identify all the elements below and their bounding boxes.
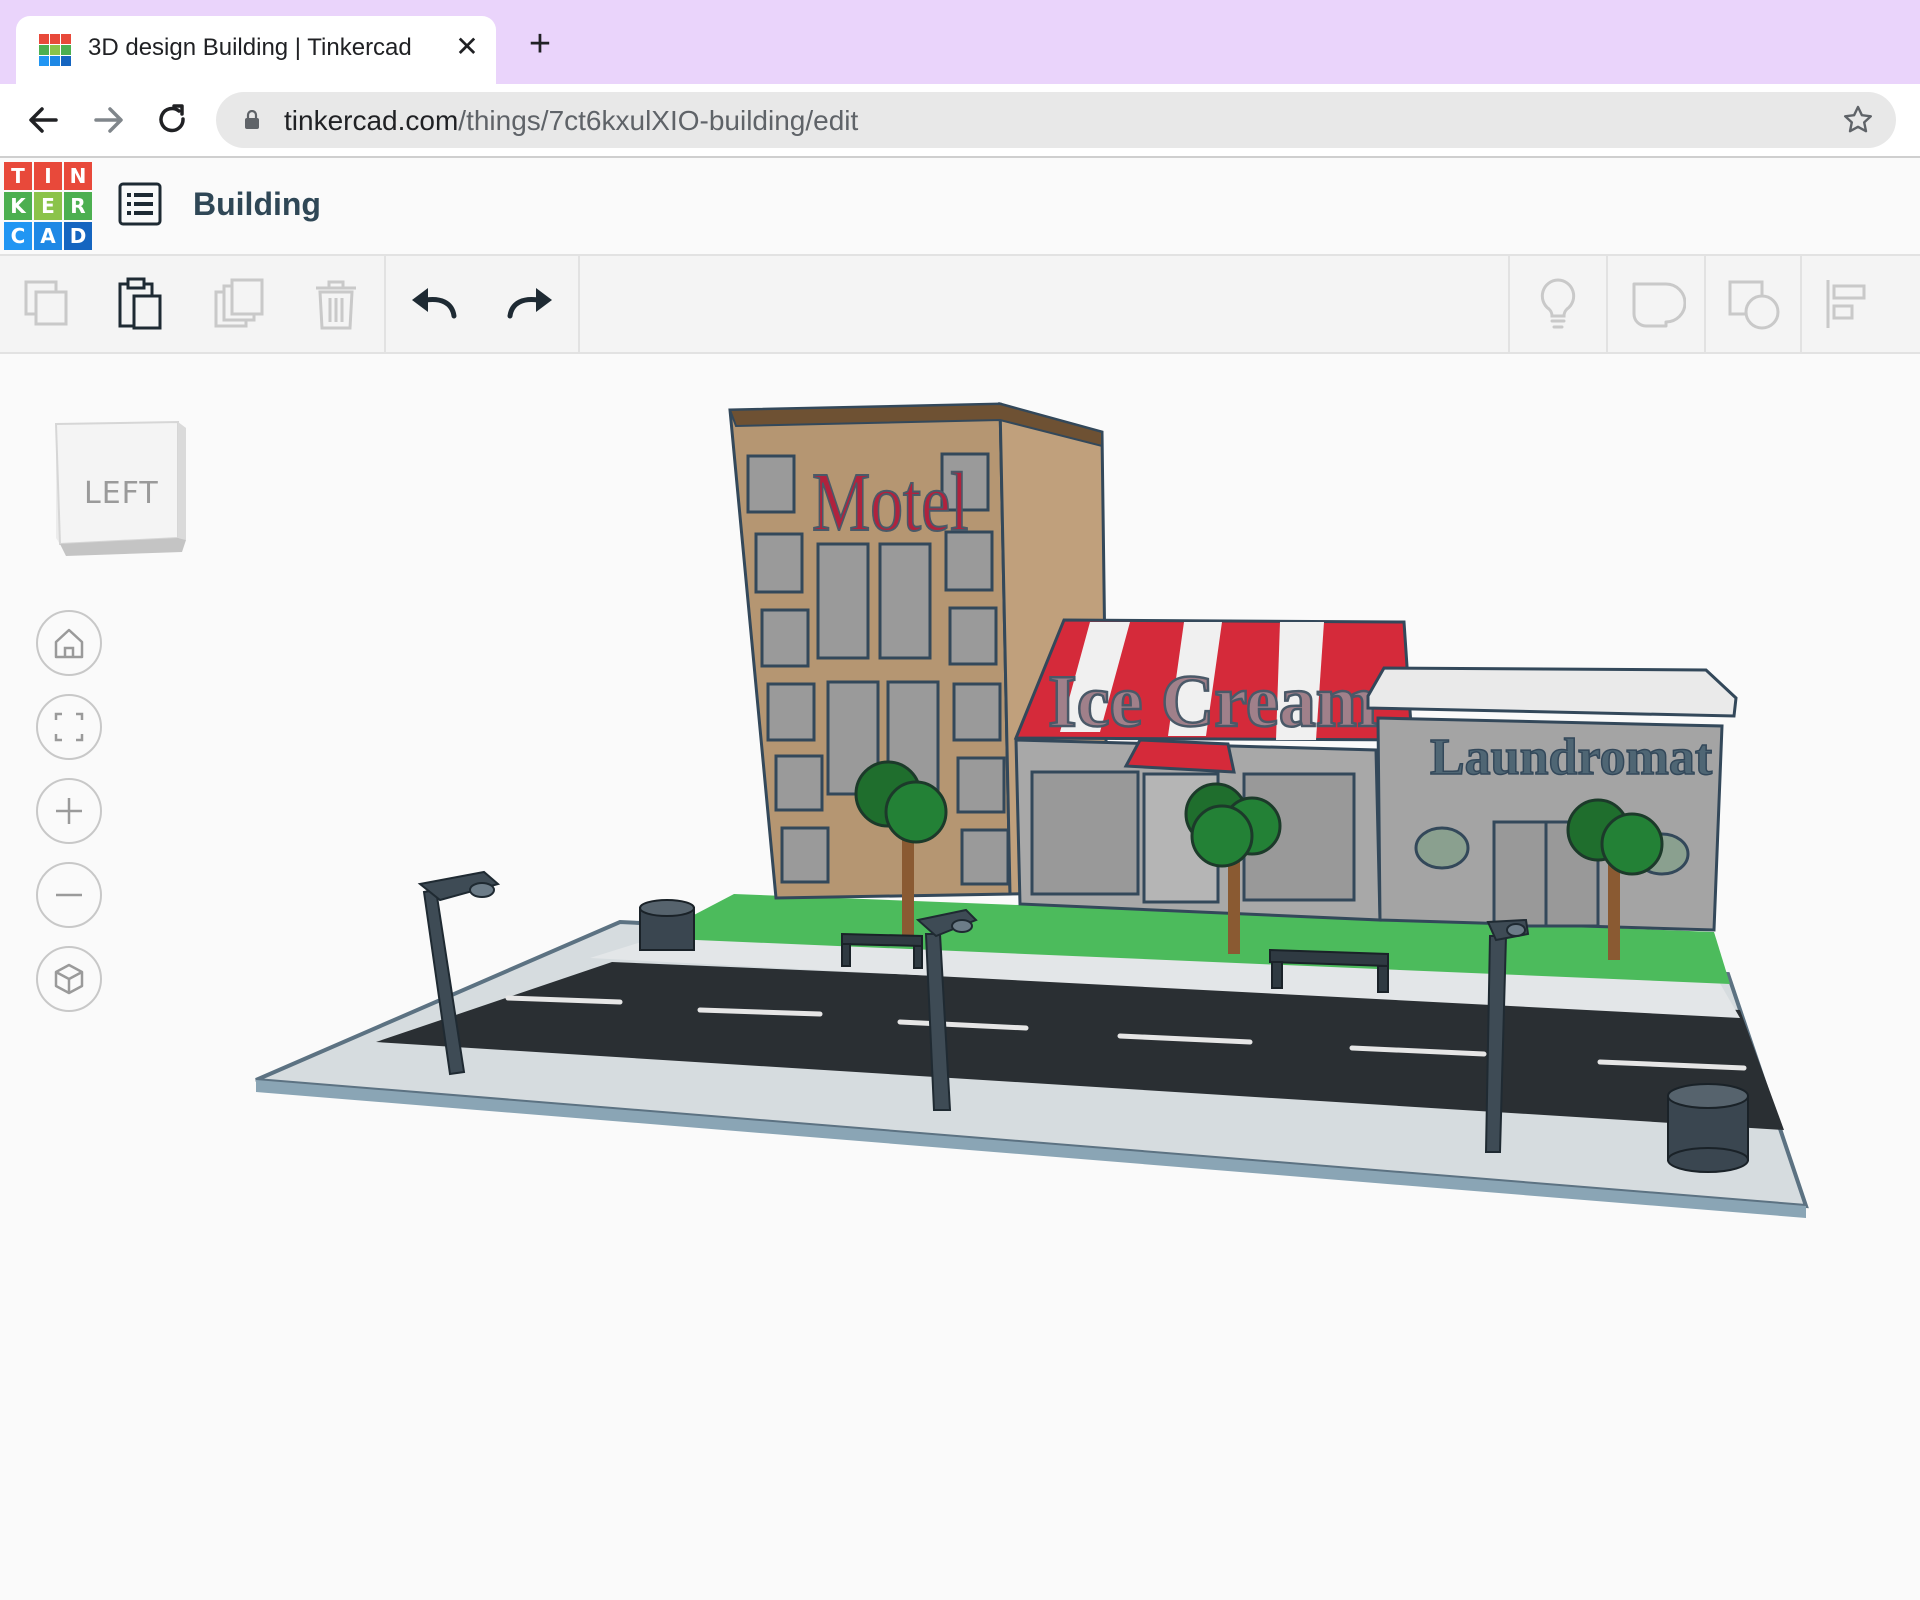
fit-all-icon [54, 712, 84, 742]
laundromat-building[interactable] [1366, 666, 1738, 932]
edit-toolbar [0, 256, 1920, 354]
app-header: T I N K E R C A D Building [0, 158, 1920, 256]
view-cube[interactable]: LEFT [50, 414, 190, 574]
toolbar-divider [1606, 256, 1608, 352]
perspective-button[interactable] [36, 946, 102, 1012]
lock-icon [245, 110, 259, 129]
reload-icon[interactable] [150, 98, 194, 142]
zoom-in-button[interactable] [36, 778, 102, 844]
url-path: /things/7ct6kxulXIO-building/edit [458, 105, 859, 136]
zoom-out-icon [56, 893, 82, 897]
tinkercad-favicon [39, 34, 71, 66]
paste-button[interactable] [112, 274, 172, 334]
browser-tab-strip: 3D design Building | Tinkercad ✕ + [0, 0, 1920, 84]
ungroup-button[interactable] [1724, 274, 1784, 334]
undo-icon [412, 288, 457, 319]
lightbulb-icon [1540, 278, 1576, 329]
toolbar-divider [578, 256, 580, 352]
plus-icon[interactable]: + [520, 25, 560, 66]
toolbar-divider [1800, 256, 1802, 352]
tab-title: 3D design Building | Tinkercad [88, 34, 412, 61]
star-icon[interactable] [1840, 102, 1876, 138]
delete-button[interactable] [306, 274, 366, 334]
duplicate-icon [214, 278, 264, 328]
logo-letter: N [64, 162, 92, 190]
design-title[interactable]: Building [193, 186, 321, 223]
close-icon[interactable]: ✕ [450, 30, 484, 64]
notes-button[interactable] [1528, 274, 1588, 334]
logo-letter: I [34, 162, 62, 190]
browser-toolbar: tinkercad.com/things/7ct6kxulXIO-buildin… [0, 84, 1920, 158]
url-text: tinkercad.com/things/7ct6kxulXIO-buildin… [284, 105, 858, 137]
home-view-icon [54, 628, 84, 659]
undo-button[interactable] [404, 274, 464, 334]
group-icon [1632, 282, 1687, 328]
logo-letter: D [64, 222, 92, 250]
align-icon [1826, 280, 1866, 328]
toolbar-divider [1704, 256, 1706, 352]
zoom-in-icon [56, 798, 82, 824]
logo-letter: E [34, 192, 62, 220]
laundromat-sign: Laundromat [1430, 729, 1713, 786]
workplane-viewport[interactable]: Motel Ice Cream Laundromat LEFT [0, 354, 1920, 1600]
trash-can[interactable] [1667, 1083, 1749, 1173]
zoom-out-button[interactable] [36, 862, 102, 928]
address-bar[interactable]: tinkercad.com/things/7ct6kxulXIO-buildin… [216, 92, 1896, 148]
ungroup-icon [1728, 280, 1780, 330]
fit-all-button[interactable] [36, 694, 102, 760]
logo-letter: K [4, 192, 32, 220]
group-button[interactable] [1626, 274, 1687, 334]
logo-letter: A [34, 222, 62, 250]
logo-letter: T [4, 162, 32, 190]
motel-sign: Motel [812, 456, 968, 549]
url-host: tinkercad.com [284, 105, 459, 136]
perspective-icon [54, 963, 84, 995]
logo-letter: C [4, 222, 32, 250]
tinkercad-logo[interactable]: T I N K E R C A D [4, 162, 92, 250]
paste-icon [118, 277, 162, 330]
3d-scene[interactable]: Motel Ice Cream Laundromat [0, 354, 1920, 1600]
home-view-button[interactable] [36, 610, 102, 676]
arrow-right-icon[interactable] [86, 98, 130, 142]
copy-icon [24, 280, 68, 326]
trash-icon [316, 280, 356, 330]
redo-button[interactable] [500, 274, 560, 334]
align-button[interactable] [1818, 274, 1878, 334]
redo-icon [507, 288, 552, 319]
logo-letter: R [64, 192, 92, 220]
ice-cream-sign: Ice Cream [1048, 661, 1377, 743]
toolbar-divider [1508, 256, 1510, 352]
trash-can[interactable] [639, 899, 695, 951]
list-icon[interactable] [118, 182, 162, 226]
arrow-left-icon[interactable] [22, 98, 66, 142]
duplicate-button[interactable] [210, 274, 270, 334]
view-cube-label: LEFT [84, 476, 159, 511]
browser-tab[interactable]: 3D design Building | Tinkercad ✕ [16, 16, 496, 84]
toolbar-divider [384, 256, 386, 352]
copy-button[interactable] [18, 274, 78, 334]
